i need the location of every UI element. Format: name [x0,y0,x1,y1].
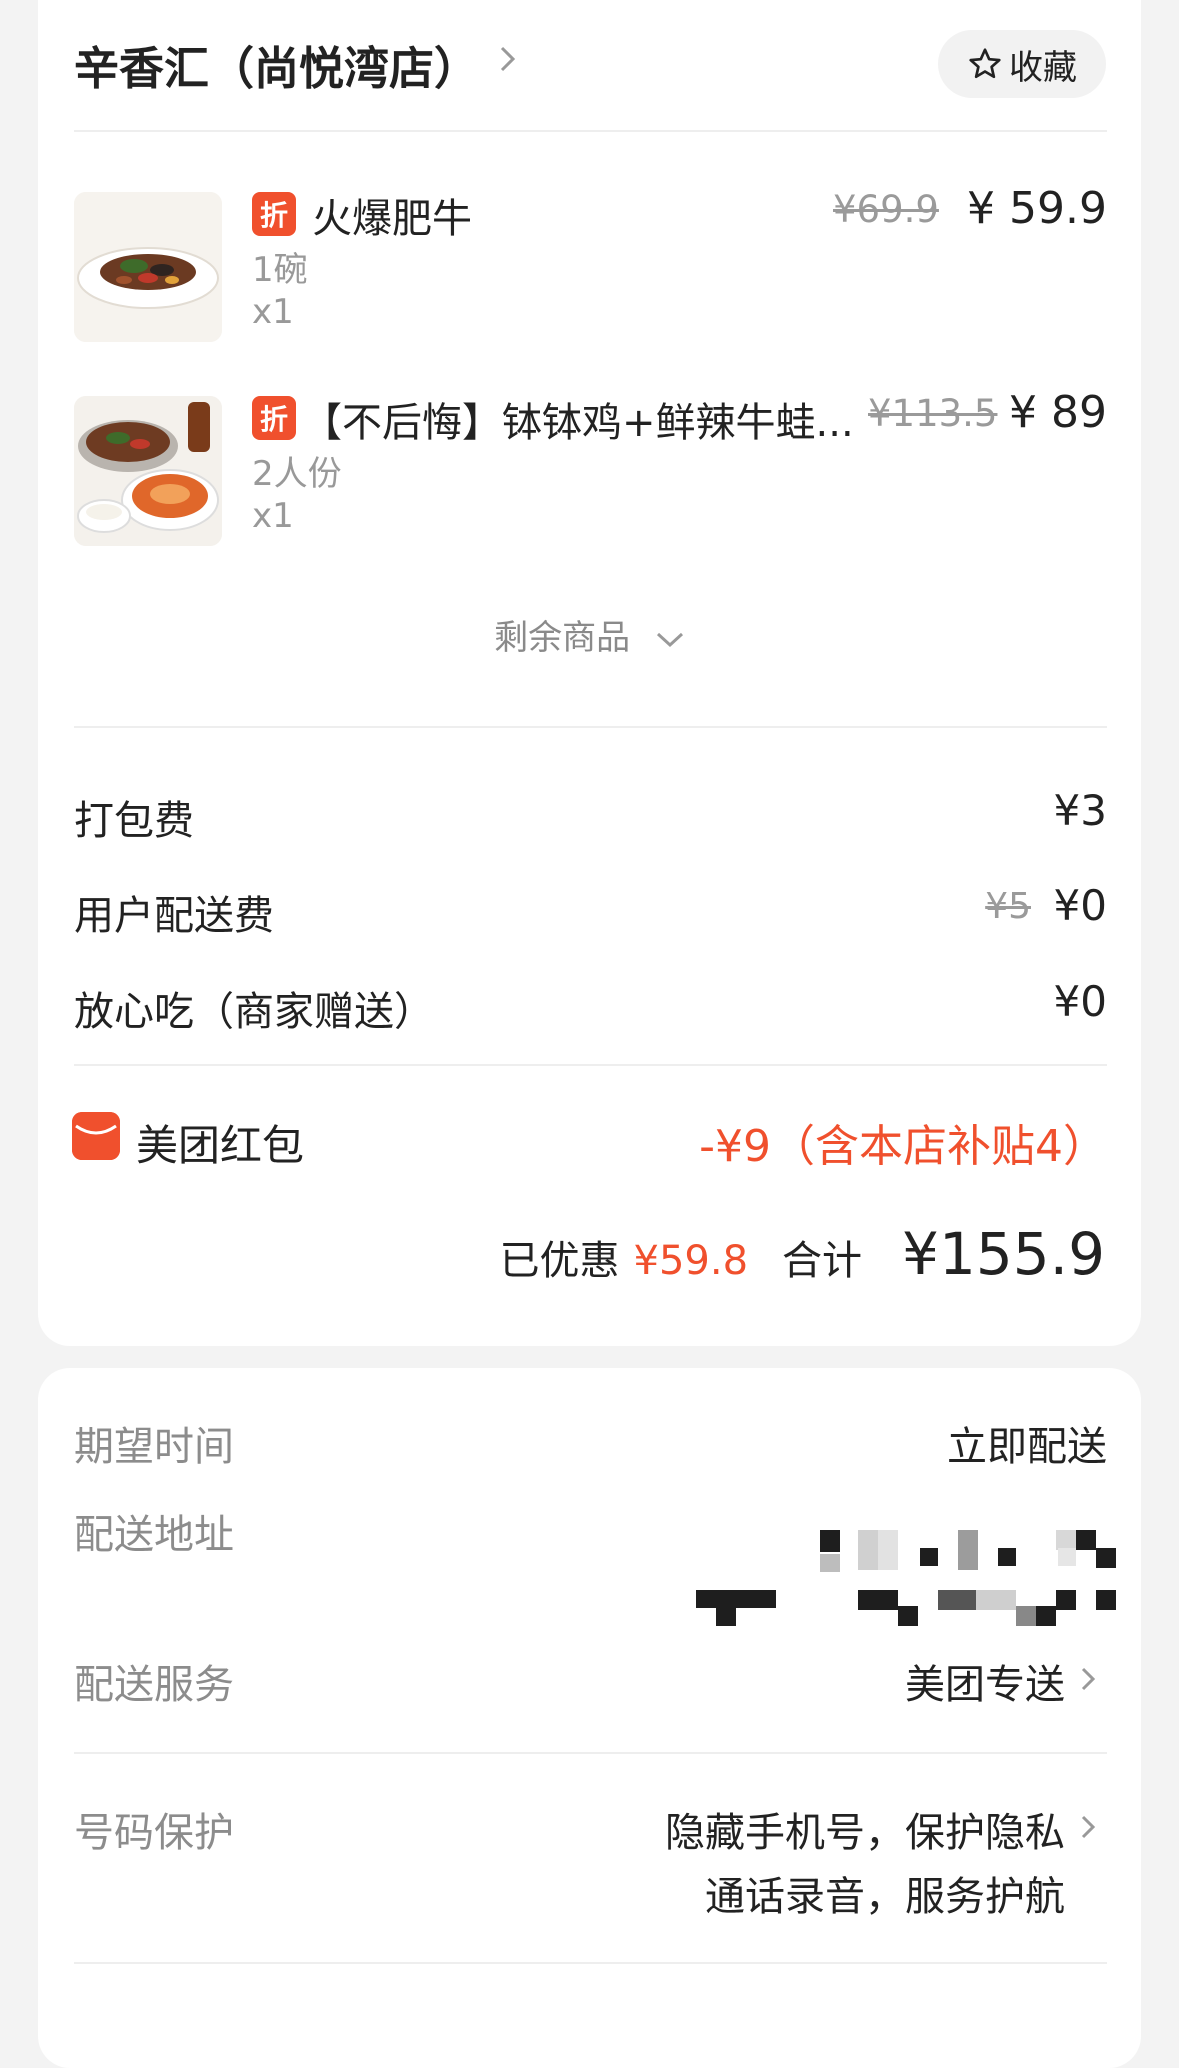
total-label: 合计 [782,1238,863,1284]
item-original-price: ¥69.9 [833,188,939,231]
number-protection-label: 号码保护 [74,1810,234,1856]
more-items-label: 剩余商品 [494,618,631,658]
store-name[interactable]: 辛香汇（尚悦湾店） [74,32,479,97]
discount-tag: 折 [252,396,296,440]
delivery-fee-label: 用户配送费 [74,893,274,939]
chevron-down-icon [656,632,683,647]
divider [74,1752,1107,1754]
chevron-right-icon[interactable] [493,44,523,74]
item-spec: 2人份 [252,454,342,494]
item-spec: 1碗 [252,250,308,290]
assurance-label: 放心吃（商家赠送） [74,989,434,1035]
item-name: 火爆肥牛 [312,196,472,242]
favorite-label: 收藏 [1009,47,1077,88]
star-icon [969,48,1001,79]
delivery-card: 期望时间 立即配送 配送地址 配送服务 美团专送 号码保护 隐藏手机号，保护隐私 [38,1368,1141,2068]
item-qty: x1 [252,496,294,536]
item-original-price: ¥113.5 [868,392,998,435]
delivery-service-label: 配送服务 [74,1662,234,1708]
red-packet-icon [72,1112,120,1160]
item-name: 【不后悔】钵钵鸡+鲜辣牛蛙... [302,400,854,446]
list-item[interactable] [74,396,222,546]
assurance-value: ¥0 [1053,977,1107,1026]
favorite-button[interactable]: 收藏 [938,30,1106,98]
expected-time-label: 期望时间 [74,1424,234,1470]
expected-time-value[interactable]: 立即配送 [947,1414,1107,1472]
number-protection-line2: 通话录音，服务护航 [705,1874,1065,1920]
delivery-fee-original: ¥5 [985,886,1031,927]
delivery-service-value[interactable]: 美团专送 [905,1652,1065,1710]
total-value: ¥155.9 [902,1220,1105,1288]
divider [74,726,1107,728]
more-items-toggle[interactable]: 剩余商品 [38,610,1141,659]
discount-label: 已优惠 [499,1238,620,1284]
packaging-fee-label: 打包费 [74,798,194,844]
set-meal-thumbnail [74,396,222,546]
divider [74,130,1107,132]
chevron-right-icon[interactable] [1075,1666,1101,1692]
beef-dish-thumbnail [74,192,222,342]
redacted-address[interactable] [638,1518,1138,1648]
red-packet-label[interactable]: 美团红包 [136,1112,304,1173]
delivery-fee-value: ¥0 [1053,881,1107,930]
divider [74,1962,1107,1964]
packaging-fee-value: ¥3 [1053,786,1107,835]
address-label: 配送地址 [74,1512,234,1558]
item-price: ¥ 89 [1009,387,1107,438]
list-item[interactable] [74,192,222,342]
number-protection-line1[interactable]: 隐藏手机号，保护隐私 [665,1800,1065,1858]
item-qty: x1 [252,292,294,332]
discount-tag: 折 [252,192,296,236]
divider [74,1064,1107,1066]
order-summary: 已优惠 ¥59.8 合计 ¥155.9 [500,1220,1105,1288]
item-price: ¥ 59.9 [967,183,1107,234]
chevron-right-icon[interactable] [1075,1814,1101,1840]
red-packet-value[interactable]: -¥9（含本店补贴4） [699,1110,1107,1174]
discount-value: ¥59.8 [633,1238,749,1284]
order-card: 辛香汇（尚悦湾店） 收藏 折 火爆肥牛 1碗 x1 ¥69.9 ¥ 59.9 折… [38,0,1141,1346]
